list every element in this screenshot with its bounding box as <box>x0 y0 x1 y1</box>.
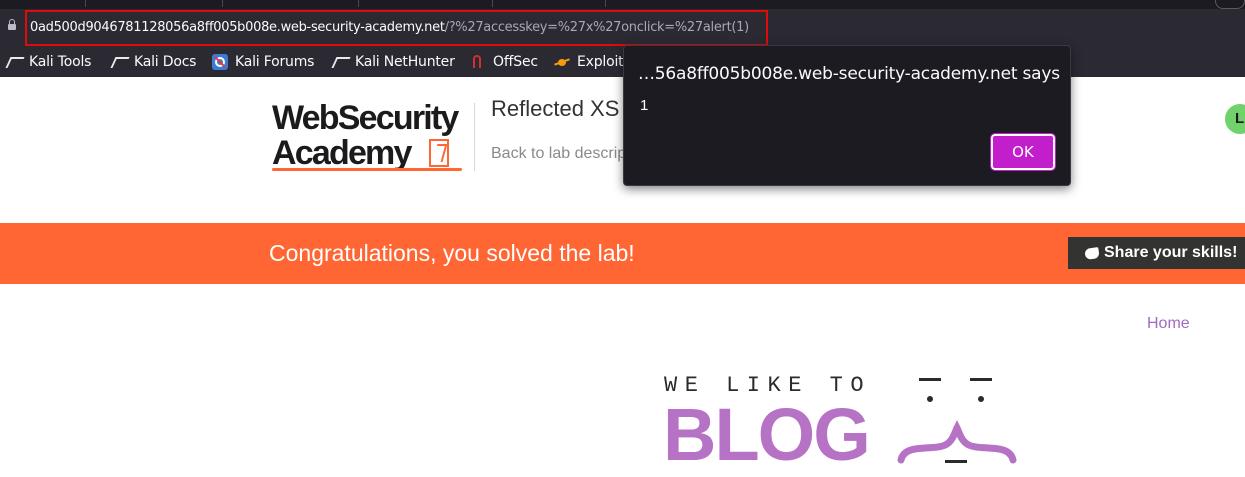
lab-status-avatar: L <box>1225 104 1245 134</box>
bookmark-kali-docs[interactable]: Kali Docs <box>111 52 196 72</box>
kali-dragon-icon <box>332 54 348 70</box>
congratulations-message: Congratulations, you solved the lab! <box>269 240 635 266</box>
tab-separator <box>492 0 493 7</box>
bookmark-label: Kali NetHunter <box>355 54 455 70</box>
web-security-academy-logo[interactable]: WebSecurity Academy <box>272 99 472 174</box>
tab-separator <box>85 0 86 7</box>
bookmark-offsec[interactable]: OffSec <box>470 52 538 72</box>
alert-dialog: …56a8ff005b008e.web-security-academy.net… <box>623 45 1071 186</box>
bookmark-label: Kali Docs <box>134 54 197 70</box>
blog-face-icon <box>897 378 1017 464</box>
logo-bolt-icon <box>429 139 449 167</box>
bookmark-label: Exploit <box>577 54 624 70</box>
exploit-spider-icon <box>554 54 570 70</box>
logo-line1: WebSecurity <box>272 99 459 137</box>
bookmark-exploit[interactable]: Exploit <box>554 52 624 72</box>
kali-dragon-icon <box>111 54 127 70</box>
tab-separator <box>358 0 359 7</box>
right-eyebrow <box>970 378 992 381</box>
bookmark-label: Kali Tools <box>29 54 92 70</box>
dialog-title: …56a8ff005b008e.web-security-academy.net… <box>638 64 1060 84</box>
right-eye <box>978 396 984 402</box>
url-path: /?%27accesskey=%27x%27onclick=%27alert(1… <box>444 20 750 35</box>
kali-dragon-icon <box>6 54 22 70</box>
header-divider <box>474 103 475 171</box>
solved-banner: Congratulations, you solved the lab! <box>0 223 1245 284</box>
kali-docs-icon <box>212 54 228 70</box>
url-text[interactable]: 0ad500d9046781128056a8ff005b008e.web-sec… <box>30 20 749 35</box>
share-skills-button[interactable]: Share your skills! <box>1068 237 1245 269</box>
ok-button[interactable]: OK <box>990 133 1056 171</box>
offsec-icon <box>470 54 486 70</box>
url-host: 0ad500d9046781128056a8ff005b008e.web-sec… <box>30 20 445 35</box>
tab-separator <box>605 0 606 7</box>
tab-edge[interactable] <box>1215 0 1245 9</box>
bookmark-label: OffSec <box>493 54 538 70</box>
lab-title: Reflected XS <box>491 96 620 121</box>
share-label: Share your skills! <box>1104 244 1238 261</box>
left-eyebrow <box>919 378 941 381</box>
bookmark-kali-nethunter[interactable]: Kali NetHunter <box>332 52 455 72</box>
home-link[interactable]: Home <box>1147 315 1190 333</box>
twitter-icon <box>1084 246 1100 260</box>
tab-strip <box>0 0 1245 9</box>
dialog-message: 1 <box>640 97 649 114</box>
back-to-lab-link[interactable]: Back to lab descrip <box>491 145 626 163</box>
logo-line2: Academy <box>272 134 412 172</box>
blog-heading: BLOG <box>663 393 871 476</box>
left-eye <box>927 396 933 402</box>
bookmark-kali-tools[interactable]: Kali Tools <box>6 52 91 72</box>
bookmark-label: Kali Forums <box>235 54 315 70</box>
lock-icon[interactable] <box>8 19 16 30</box>
chin-line <box>945 460 967 463</box>
smile-curve <box>897 420 1017 464</box>
bookmark-kali-forums[interactable]: Kali Forums <box>212 52 314 72</box>
tab-separator <box>222 0 223 7</box>
logo-swoosh <box>272 168 462 171</box>
